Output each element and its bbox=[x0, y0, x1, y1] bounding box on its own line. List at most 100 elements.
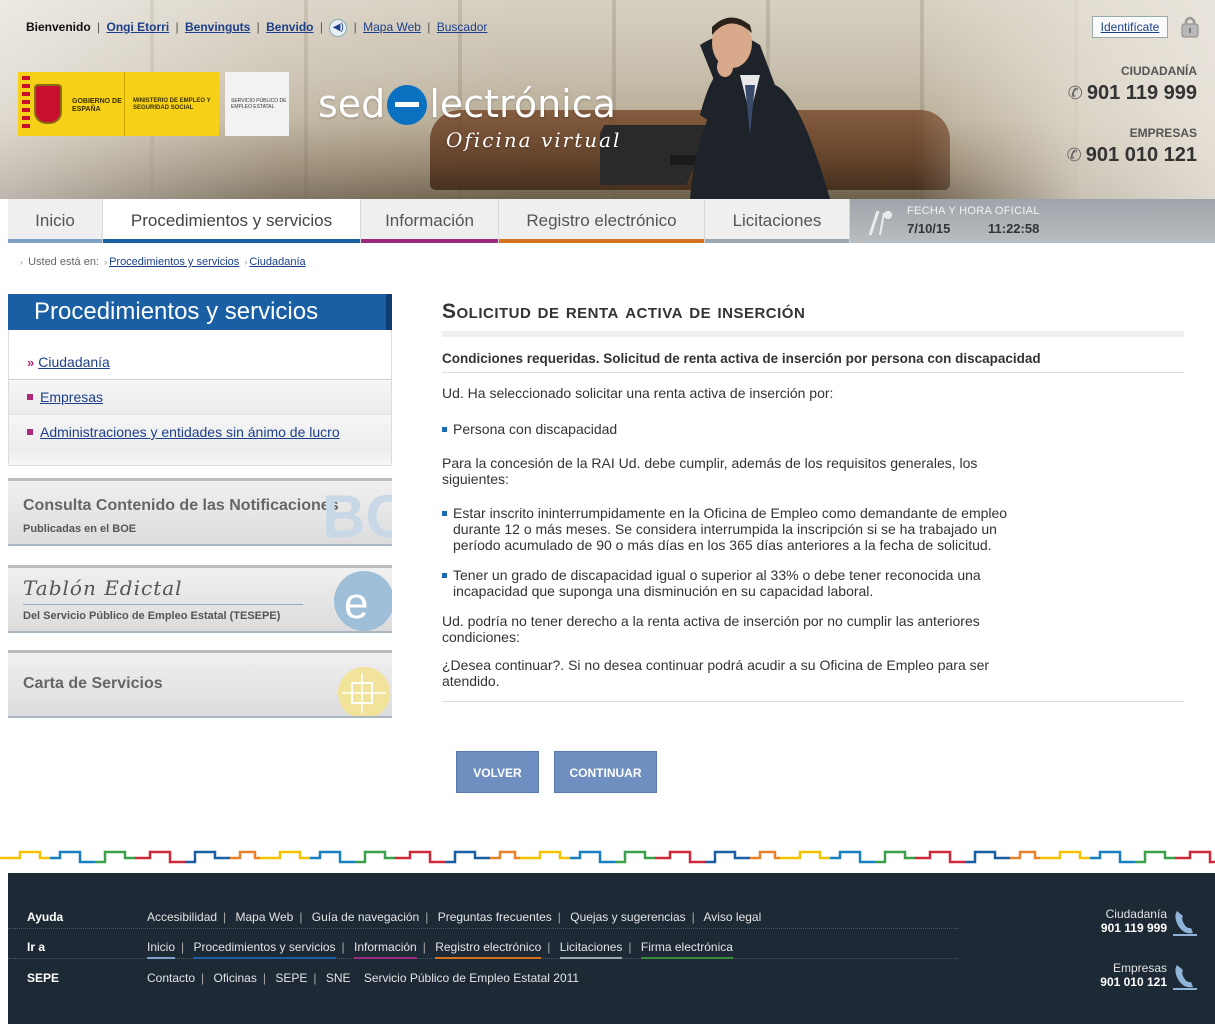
footer-link-contacto[interactable]: Contacto bbox=[147, 971, 195, 985]
requisitos-paragraph: Para la concesión de la RAI Ud. debe cum… bbox=[442, 455, 978, 487]
footer-ayuda-heading: Ayuda bbox=[27, 910, 64, 924]
boe-logo-icon: BO bbox=[322, 483, 392, 546]
gobierno-logo[interactable]: GOBIERNO DE ESPAÑA MINISTERIO DE EMPLEO … bbox=[18, 72, 313, 136]
gobierno-text: GOBIERNO DE ESPAÑA bbox=[66, 72, 124, 136]
empresas-phone: 901 010 121 bbox=[1085, 144, 1197, 166]
svg-text:e: e bbox=[344, 579, 368, 628]
bullet-inscrito: Estar inscrito ininterrumpidamente en la… bbox=[442, 505, 1042, 553]
speaker-icon[interactable]: ◀) bbox=[329, 19, 348, 37]
tab-inicio[interactable]: Inicio bbox=[8, 199, 103, 243]
tablon-edictal-banner[interactable]: Tablón Edictal Del Servicio Público de E… bbox=[8, 565, 392, 633]
footer-row-ayuda: Ayuda Accesibilidad | Mapa Web | Guía de n… bbox=[8, 903, 958, 929]
decorative-chain-border bbox=[0, 846, 1215, 868]
tab-procedimientos[interactable]: Procedimientos y servicios bbox=[103, 199, 361, 243]
phone-icon bbox=[1173, 911, 1197, 936]
breadcrumb-procedimientos[interactable]: Procedimientos y servicios bbox=[109, 256, 239, 268]
welcome-text: Bienvenido bbox=[26, 20, 91, 35]
footer-link-mapa-web[interactable]: Mapa Web bbox=[236, 910, 294, 924]
empresas-label: EMPRESAS bbox=[1129, 126, 1197, 140]
footer-link-aviso-legal[interactable]: Aviso legal bbox=[703, 910, 761, 924]
tablon-title: Tablón Edictal bbox=[23, 576, 183, 600]
footer-row-ir-a: Ir a Inicio | Procedimientos y servicios |… bbox=[8, 933, 958, 959]
bullet-discapacidad: Tener un grado de discapacidad igual o s… bbox=[442, 567, 1042, 599]
sidebar: Procedimientos y servicios bbox=[8, 294, 392, 349]
top-navigation: Bienvenido | Ongi Etorri | Benvinguts | … bbox=[26, 19, 487, 37]
footer-link-inicio[interactable]: Inicio bbox=[147, 940, 176, 959]
e-logo-icon bbox=[387, 85, 428, 125]
sidebar-menu-list: » Ciudadanía Empresas Administraciones y … bbox=[8, 345, 392, 466]
ciudadania-phone: 901 119 999 bbox=[1086, 82, 1197, 104]
footer-link-accesibilidad[interactable]: Accesibilidad bbox=[147, 910, 217, 924]
footer-link-registro[interactable]: Registro electrónico bbox=[435, 940, 542, 959]
svg-text:BO: BO bbox=[322, 483, 392, 546]
breadcrumb-ciudadania[interactable]: Ciudadanía bbox=[249, 256, 305, 268]
breadcrumb-prefix: Usted está en: bbox=[28, 256, 99, 268]
footer-copyright: Servicio Público de Empleo Estatal 2011 bbox=[363, 971, 580, 985]
footer-sepe-heading: SEPE bbox=[27, 971, 60, 985]
tablon-subtitle: Del Servicio Público de Empleo Estatal (… bbox=[23, 610, 281, 622]
lang-euskera-link[interactable]: Ongi Etorri bbox=[107, 20, 170, 34]
footer-link-procedimientos[interactable]: Procedimientos y servicios bbox=[193, 940, 336, 959]
footer-link-guia[interactable]: Guía de navegación bbox=[312, 910, 419, 924]
footer-ciudadania-phone: Ciudadanía 901 119 999 bbox=[1101, 907, 1197, 936]
tab-licitaciones[interactable]: Licitaciones bbox=[705, 199, 850, 243]
lang-galego-link[interactable]: Benvido bbox=[266, 20, 313, 34]
hora-value: 11:22:58 bbox=[988, 221, 1040, 236]
ministerio-text: MINISTERIO DE EMPLEO Y SEGURIDAD SOCIAL bbox=[124, 72, 219, 136]
bullet-icon bbox=[442, 573, 447, 578]
sidebar-title: Procedimientos y servicios bbox=[8, 294, 392, 330]
bullet-icon bbox=[442, 427, 447, 432]
header-man-laptop-image bbox=[600, 17, 830, 199]
carta-servicios-banner[interactable]: Carta de Servicios bbox=[8, 650, 392, 718]
sidebar-item-ciudadania[interactable]: » Ciudadanía bbox=[9, 345, 391, 380]
footer-link-licitaciones[interactable]: Licitaciones bbox=[559, 940, 623, 959]
lang-catala-link[interactable]: Benvinguts bbox=[185, 20, 250, 34]
sidebar-item-administraciones[interactable]: Administraciones y entidades sin ánimo d… bbox=[9, 415, 391, 450]
footer-link-sne[interactable]: SNE bbox=[326, 971, 351, 985]
fecha-value: 7/10/15 bbox=[907, 221, 951, 236]
clock-icon bbox=[868, 210, 892, 236]
footer-link-quejas[interactable]: Quejas y sugerencias bbox=[570, 910, 685, 924]
footer-link-firma[interactable]: Firma electrónica bbox=[640, 940, 733, 959]
footer-link-preguntas[interactable]: Preguntas frecuentes bbox=[438, 910, 552, 924]
site-header: Bienvenido | Ongi Etorri | Benvinguts | … bbox=[0, 0, 1215, 199]
phone-icon bbox=[1173, 965, 1197, 990]
phone-icon: ✆ bbox=[1067, 83, 1083, 103]
double-chevron-icon: » bbox=[27, 355, 35, 370]
no-derecho-paragraph: Ud. podría no tener derecho a la renta a… bbox=[442, 613, 980, 645]
tab-informacion[interactable]: Información bbox=[361, 199, 499, 243]
footer-link-informacion[interactable]: Información bbox=[354, 940, 417, 959]
site-footer: Ayuda Accesibilidad | Mapa Web | Guía de n… bbox=[8, 873, 1215, 1024]
identificate-button[interactable]: Identifícate bbox=[1092, 16, 1168, 38]
oficina-virtual-text: Oficina virtual bbox=[446, 128, 622, 152]
lock-icon bbox=[1181, 16, 1199, 38]
tab-registro-electronico[interactable]: Registro electrónico bbox=[499, 199, 705, 243]
footer-ir-a-heading: Ir a bbox=[27, 940, 46, 954]
phone-icon: ✆ bbox=[1066, 145, 1082, 165]
fecha-hora-oficial: FECHA Y HORA OFICIAL 7/10/15 11:22:58 bbox=[850, 199, 1215, 243]
footer-link-oficinas[interactable]: Oficinas bbox=[214, 971, 257, 985]
bullet-persona-discapacidad: Persona con discapacidad bbox=[442, 421, 1184, 437]
bullet-icon bbox=[27, 429, 33, 435]
fecha-label: FECHA Y HORA OFICIAL bbox=[907, 205, 1040, 217]
puzzle-circle-icon bbox=[338, 667, 390, 716]
main-navigation: Inicio Procedimientos y servicios Inform… bbox=[8, 199, 1215, 243]
bullet-icon bbox=[27, 394, 33, 400]
sepe-text: SERVICIO PÚBLICO DE EMPLEO ESTATAL bbox=[225, 72, 289, 136]
sidebar-item-empresas[interactable]: Empresas bbox=[9, 380, 391, 415]
continuar-paragraph: ¿Desea continuar?. Si no desea continuar… bbox=[442, 657, 990, 689]
notificaciones-title: Consulta Contenido de las Notificaciones bbox=[23, 497, 339, 514]
mapa-web-link[interactable]: Mapa Web bbox=[363, 20, 421, 34]
footer-row-sepe: SEPE Contacto | Oficinas | SEPE | SNE Servi… bbox=[27, 971, 580, 985]
bullet-icon bbox=[442, 511, 447, 516]
notificaciones-subtitle: Publicadas en el BOE bbox=[23, 523, 137, 535]
volver-button[interactable]: VOLVER bbox=[456, 751, 539, 793]
intro-paragraph: Ud. Ha seleccionado solicitar una renta … bbox=[442, 385, 834, 401]
ciudadania-phone-block: CIUDADANÍA ✆ 901 119 999 bbox=[1068, 64, 1197, 105]
buscador-link[interactable]: Buscador bbox=[437, 20, 488, 34]
continuar-button[interactable]: CONTINUAR bbox=[554, 751, 657, 793]
footer-empresas-phone: Empresas 901 010 121 bbox=[1100, 961, 1197, 990]
sede-electronica-logo[interactable]: sed lectrónica bbox=[318, 82, 616, 126]
notificaciones-banner[interactable]: Consulta Contenido de las Notificaciones… bbox=[8, 478, 392, 546]
footer-link-sepe[interactable]: SEPE bbox=[275, 971, 307, 985]
